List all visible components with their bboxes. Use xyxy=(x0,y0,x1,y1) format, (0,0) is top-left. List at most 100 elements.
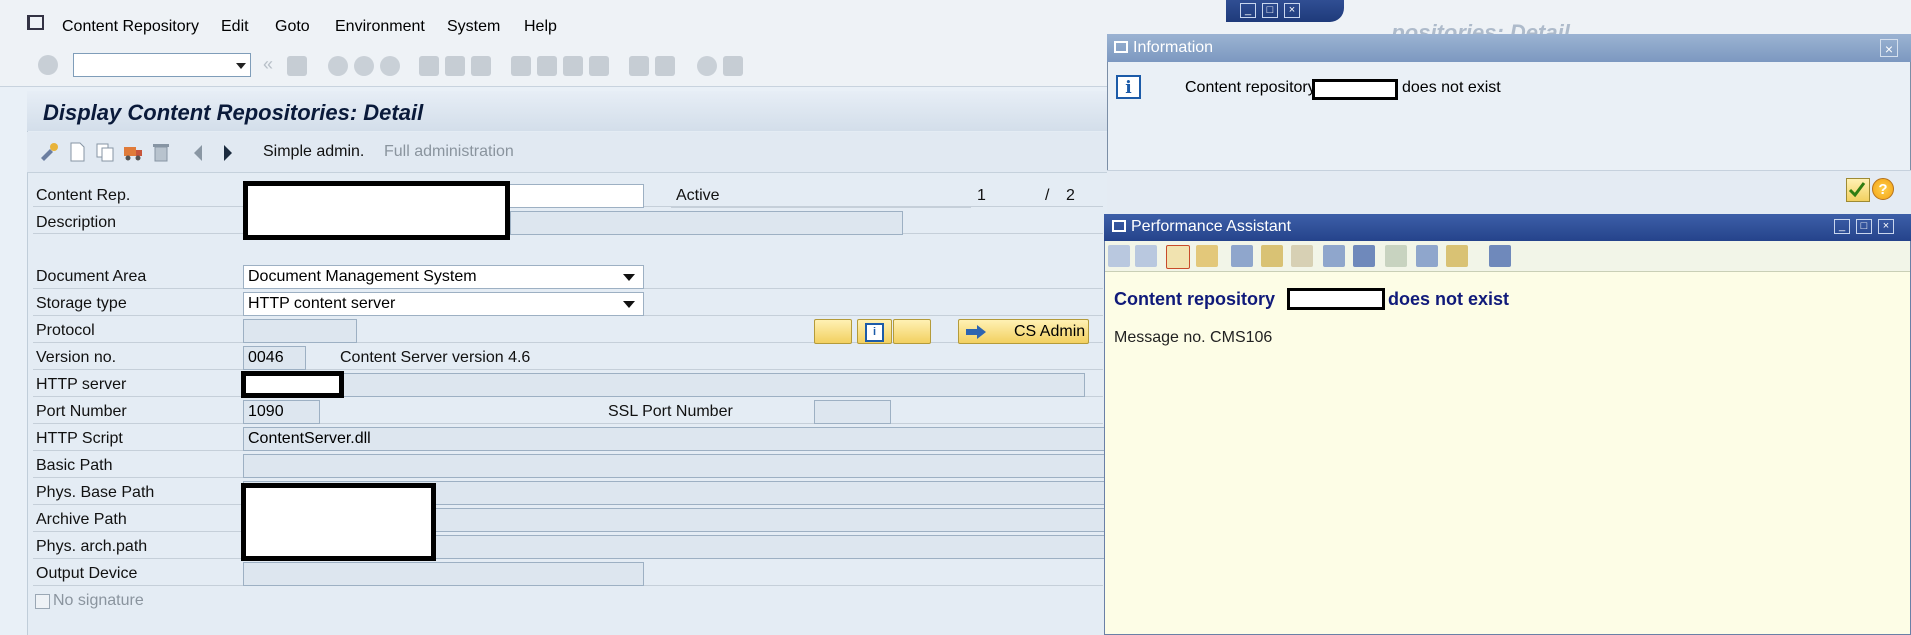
previous-arrow-icon[interactable] xyxy=(194,145,202,161)
check-icon xyxy=(1848,182,1866,198)
next-page-icon[interactable] xyxy=(563,56,583,76)
chevron-down-icon[interactable] xyxy=(623,301,635,308)
forward-icon[interactable] xyxy=(1135,245,1157,267)
simple-admin-button[interactable]: Simple admin. xyxy=(263,143,364,161)
port-value: 1090 xyxy=(248,403,284,420)
pa-heading-prefix: Content repository xyxy=(1114,289,1276,309)
command-field[interactable] xyxy=(73,53,251,77)
technical-info-icon[interactable] xyxy=(1166,245,1190,269)
close-icon[interactable] xyxy=(1489,245,1511,267)
storage-type-value: HTTP content server xyxy=(248,295,396,312)
exit-icon[interactable] xyxy=(354,56,374,76)
transport-icon[interactable] xyxy=(122,141,144,163)
table-icon[interactable] xyxy=(1323,245,1345,267)
find-icon[interactable] xyxy=(445,56,465,76)
user-icon[interactable] xyxy=(1291,245,1313,267)
row-divider xyxy=(33,423,1103,424)
output-device-field[interactable] xyxy=(243,562,644,586)
menu-edit[interactable]: Edit xyxy=(221,18,249,36)
save-icon[interactable] xyxy=(287,56,307,76)
http-script-value: ContentServer.dll xyxy=(248,430,371,447)
close-icon[interactable]: × xyxy=(1878,219,1894,234)
content-rep-label: Content Rep. xyxy=(36,187,131,204)
copy-icon[interactable] xyxy=(94,141,116,163)
help-icon[interactable] xyxy=(697,56,717,76)
full-admin-button[interactable]: Full administration xyxy=(384,143,514,161)
customize-icon[interactable] xyxy=(723,56,743,76)
prev-page-icon[interactable] xyxy=(537,56,557,76)
close-icon[interactable]: × xyxy=(1880,39,1898,57)
settings-icon[interactable] xyxy=(1196,245,1218,267)
ssl-port-field[interactable] xyxy=(814,400,891,424)
edit-icon[interactable] xyxy=(1231,245,1253,267)
ok-button[interactable] xyxy=(1846,178,1870,202)
menu-icon[interactable] xyxy=(27,15,44,30)
version-field[interactable]: 0046 xyxy=(243,346,306,370)
certificate-icon[interactable] xyxy=(893,319,931,344)
document-icon[interactable] xyxy=(1385,245,1407,267)
arrow-right-icon xyxy=(966,325,986,339)
next-arrow-icon[interactable] xyxy=(224,145,232,161)
no-signature-checkbox[interactable] xyxy=(35,594,50,609)
back-icon[interactable] xyxy=(1108,245,1130,267)
port-field[interactable]: 1090 xyxy=(243,400,320,424)
print-icon[interactable] xyxy=(419,56,439,76)
page-total: 2 xyxy=(1066,187,1075,204)
row-divider xyxy=(33,369,1103,370)
info-icon: i xyxy=(1116,75,1141,99)
menu-system[interactable]: System xyxy=(447,18,500,36)
find-next-icon[interactable] xyxy=(471,56,491,76)
info-icon[interactable]: i xyxy=(857,319,892,344)
basic-path-label: Basic Path xyxy=(36,457,113,474)
display-change-icon[interactable] xyxy=(38,141,60,163)
last-page-icon[interactable] xyxy=(589,56,609,76)
protocol-field[interactable] xyxy=(243,319,357,343)
http-script-field[interactable]: ContentServer.dll xyxy=(243,427,1105,451)
servers-icon[interactable] xyxy=(814,319,852,344)
maximize-icon[interactable]: □ xyxy=(1262,3,1278,18)
performance-assistant-window xyxy=(1104,214,1911,635)
find-icon[interactable] xyxy=(1446,245,1468,267)
close-icon[interactable]: × xyxy=(1284,3,1300,18)
dialog-menu-icon[interactable] xyxy=(1112,220,1126,232)
chevron-down-icon[interactable] xyxy=(623,274,635,281)
menu-label: Goto xyxy=(275,18,310,35)
http-server-field[interactable] xyxy=(243,373,1085,397)
create-icon[interactable] xyxy=(66,141,88,163)
storage-type-select[interactable]: HTTP content server xyxy=(243,292,644,316)
description-field[interactable] xyxy=(510,211,903,235)
menu-help[interactable]: Help xyxy=(524,18,557,36)
maximize-icon[interactable]: □ xyxy=(1856,219,1872,234)
delete-icon[interactable] xyxy=(150,141,172,163)
menu-label: Edit xyxy=(221,18,249,35)
minimize-icon[interactable]: _ xyxy=(1240,3,1256,18)
minimize-icon[interactable]: _ xyxy=(1834,219,1850,234)
basic-path-field[interactable] xyxy=(243,454,1105,478)
dialog-menu-icon[interactable] xyxy=(1114,41,1128,53)
chevron-down-icon[interactable] xyxy=(232,54,250,76)
redacted-block xyxy=(1287,288,1385,310)
new-session-icon[interactable] xyxy=(629,56,649,76)
document-area-value: Document Management System xyxy=(248,268,477,285)
pa-title: Performance Assistant xyxy=(1131,218,1292,235)
menu-goto[interactable]: Goto xyxy=(275,18,310,36)
help-button[interactable]: ? xyxy=(1872,178,1894,200)
version-value: 0046 xyxy=(248,349,284,366)
document-area-select[interactable]: Document Management System xyxy=(243,265,644,289)
back-icon[interactable] xyxy=(328,56,348,76)
check-icon[interactable] xyxy=(38,55,58,75)
http-script-label: HTTP Script xyxy=(36,430,123,447)
first-page-icon[interactable] xyxy=(511,56,531,76)
cs-admin-button[interactable]: CS Admin xyxy=(958,319,1089,344)
window-icon[interactable] xyxy=(1353,245,1375,267)
document-area-label: Document Area xyxy=(36,268,147,285)
cancel-icon[interactable] xyxy=(380,56,400,76)
version-label: Version no. xyxy=(36,349,117,366)
port-label: Port Number xyxy=(36,403,127,420)
print-icon[interactable] xyxy=(1416,245,1438,267)
menu-content-repository[interactable]: Content Repository xyxy=(62,18,199,36)
tools-icon[interactable] xyxy=(1261,245,1283,267)
menu-environment[interactable]: Environment xyxy=(335,18,425,36)
collapse-icon[interactable]: « xyxy=(263,54,273,75)
shortcut-icon[interactable] xyxy=(655,56,675,76)
